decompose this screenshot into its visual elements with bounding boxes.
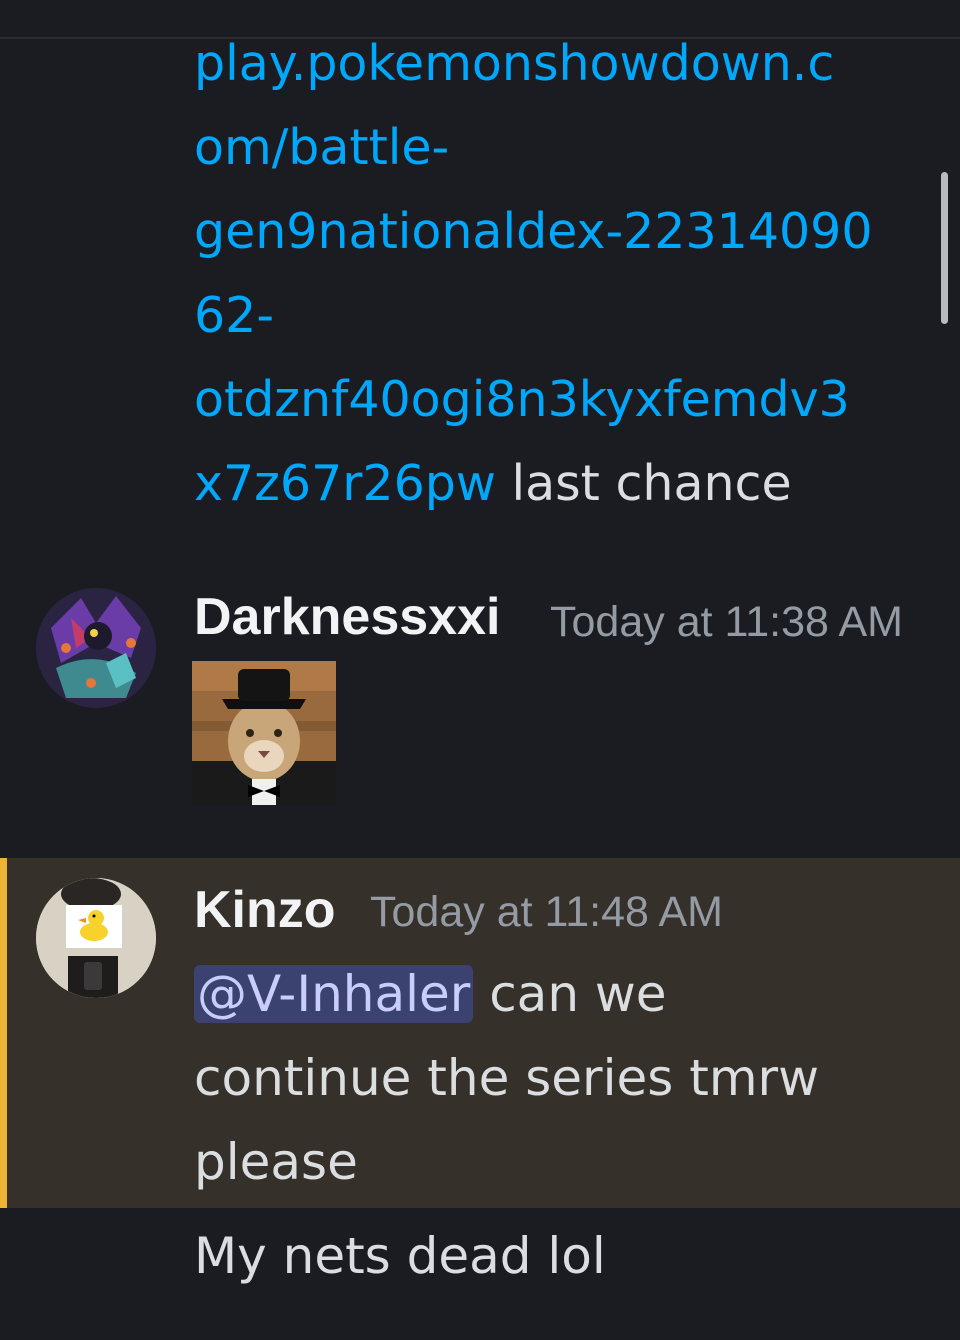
image-attachment-icon [192, 661, 336, 805]
duck-avatar-icon [36, 878, 156, 998]
battle-link-line[interactable]: play.pokemonshowdown.c [194, 22, 934, 106]
message-line: please [194, 1133, 358, 1191]
username[interactable]: Kinzo [194, 880, 336, 940]
scrollbar[interactable] [941, 172, 948, 324]
message-text: My nets dead lol [194, 1214, 606, 1298]
mention-indicator-bar [0, 858, 7, 1208]
avatar[interactable] [36, 878, 156, 998]
battle-link-line[interactable]: gen9nationaldex-22314090 [194, 190, 934, 274]
message-text: last chance [495, 455, 792, 512]
battle-link-last-line: x7z67r26pw last chance [194, 442, 934, 526]
pokemon-avatar-icon [36, 588, 156, 708]
battle-link-line[interactable]: otdznf40ogi8n3kyxfemdv3 [194, 358, 934, 442]
cougar-in-hat-image[interactable] [192, 661, 336, 805]
user-mention[interactable]: @V-Inhaler [194, 965, 474, 1023]
message-line: @V-Inhaler can we [194, 952, 819, 1036]
battle-link-line[interactable]: x7z67r26pw [194, 455, 496, 512]
link-message-body: play.pokemonshowdown.c om/battle- gen9na… [194, 22, 934, 526]
message-line: My nets dead lol [194, 1227, 606, 1285]
battle-link-line[interactable]: om/battle- [194, 106, 934, 190]
timestamp: Today at 11:38 AM [550, 598, 903, 646]
username[interactable]: Darknessxxi [194, 587, 500, 647]
message-text: @V-Inhaler can we continue the series tm… [194, 952, 819, 1204]
avatar[interactable] [36, 588, 156, 708]
battle-link-line[interactable]: 62- [194, 274, 934, 358]
message-fragment: can we [473, 965, 667, 1023]
message-line: continue the series tmrw [194, 1049, 819, 1107]
timestamp: Today at 11:48 AM [370, 888, 723, 936]
